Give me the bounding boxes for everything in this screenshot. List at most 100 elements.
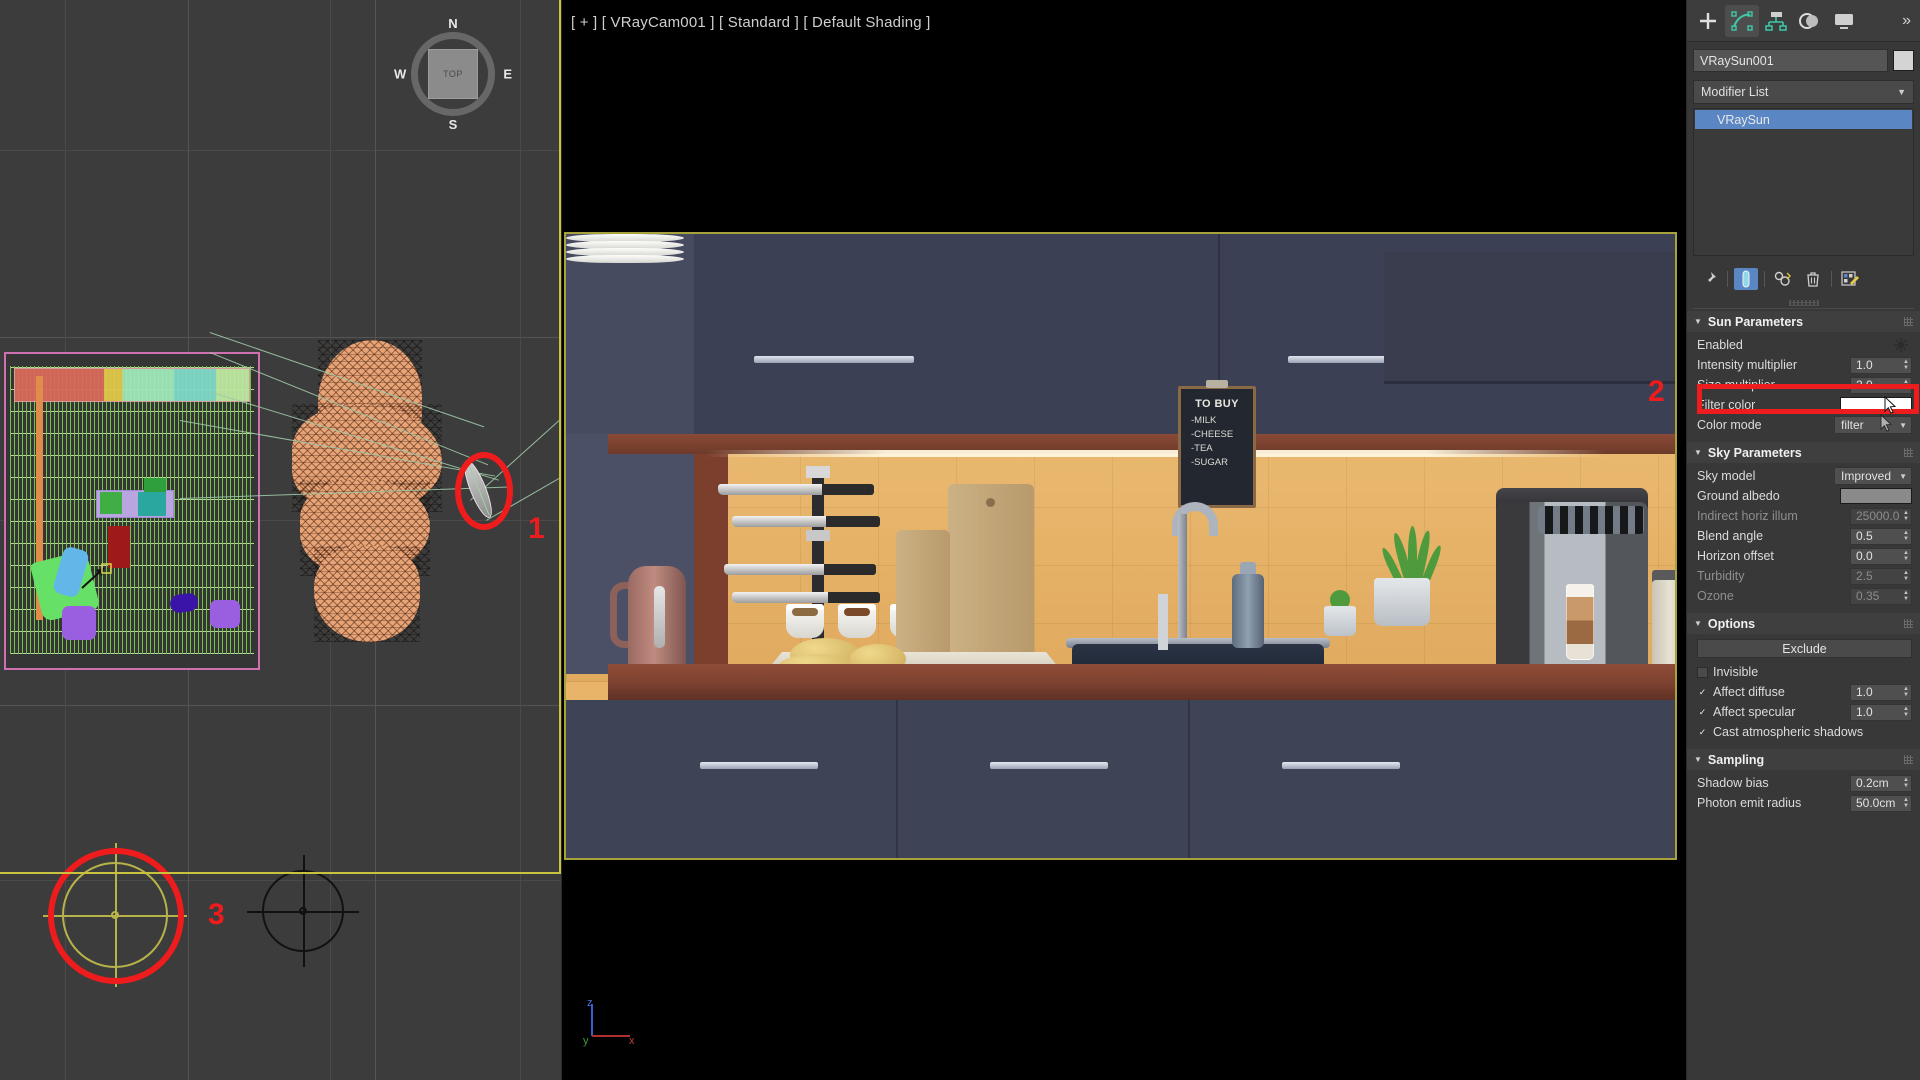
param-row-horizon-offset[interactable]: Horizon offset 0.0 ▲ ▼ — [1687, 546, 1920, 566]
spinner-arrows-icon[interactable]: ▲ ▼ — [1903, 359, 1909, 371]
viewcube-south-label[interactable]: S — [449, 117, 458, 132]
viewcube-top-face[interactable]: TOP — [428, 49, 478, 99]
configure-sets-icon[interactable] — [1838, 268, 1862, 290]
spinner-arrows-icon[interactable]: ▲ ▼ — [1903, 379, 1909, 391]
param-row-affect-specular[interactable]: ✓ Affect specular 1.0 ▲ ▼ — [1687, 702, 1920, 722]
param-row-enabled[interactable]: Enabled — [1687, 335, 1920, 355]
sun-enabled-checkbox[interactable] — [1894, 338, 1908, 352]
selected-mesh-wireframe[interactable] — [280, 340, 470, 650]
rollout-title: Sun Parameters — [1707, 314, 1804, 329]
trash-icon[interactable] — [1801, 268, 1825, 290]
affect-diffuse-checkbox[interactable]: ✓ — [1697, 687, 1708, 698]
param-row-sky-model[interactable]: Sky model Improved ▼ — [1687, 466, 1920, 486]
collapse-triangle-icon: ▼ — [1694, 619, 1702, 628]
param-value: Improved — [1841, 469, 1892, 483]
floorplan-object-purple-b — [210, 600, 240, 628]
top-orthographic-viewport[interactable]: TOP N S W E 1 3 — [0, 0, 562, 1080]
tab-create[interactable] — [1691, 5, 1725, 37]
modifier-list-label: Modifier List — [1701, 85, 1769, 99]
filter-color-swatch[interactable] — [1840, 397, 1912, 413]
param-row-intensity-multiplier[interactable]: Intensity multiplier 1.0 ▲ ▼ — [1687, 355, 1920, 375]
affect-specular-checkbox[interactable]: ✓ — [1697, 707, 1708, 718]
pin-icon[interactable] — [1697, 268, 1721, 290]
viewcube-west-label[interactable]: W — [394, 67, 406, 82]
rollout-title: Options — [1707, 616, 1756, 631]
shadow-bias-spinner[interactable]: 0.2cm ▲ ▼ — [1850, 774, 1912, 792]
spinner-arrows-icon[interactable]: ▲ ▼ — [1903, 797, 1909, 809]
chalkboard-hanger — [1206, 380, 1228, 388]
invisible-checkbox[interactable]: ✓ — [1697, 666, 1708, 678]
viewcube-north-label[interactable]: N — [448, 16, 457, 31]
rollout-header-sampling[interactable]: ▼ Sampling — [1687, 749, 1920, 770]
photon-emit-radius-spinner[interactable]: 50.0cm ▲ ▼ — [1850, 794, 1912, 812]
panel-resize-grip[interactable] — [1788, 300, 1819, 306]
spinner-arrows-icon[interactable]: ▲ ▼ — [1903, 530, 1909, 542]
kettle-water-window — [654, 586, 665, 648]
affect-diffuse-spinner[interactable]: 1.0 ▲ ▼ — [1850, 683, 1912, 701]
rollout-header-sky-parameters[interactable]: ▼ Sky Parameters — [1687, 442, 1920, 463]
spinner-arrows-icon: ▲ ▼ — [1903, 570, 1909, 582]
param-row-cast-atmospheric-shadows[interactable]: ✓ Cast atmospheric shadows — [1687, 722, 1920, 742]
object-color-swatch[interactable] — [1893, 50, 1914, 71]
make-unique-icon[interactable] — [1771, 268, 1795, 290]
object-name-field[interactable]: VRaySun001 — [1693, 49, 1888, 72]
param-value: 50.0cm — [1856, 796, 1896, 810]
ground-albedo-swatch[interactable] — [1840, 488, 1912, 504]
rendered-kitchen-image: TO BUY -MILK -CHEESE -TEA -SUGAR — [564, 232, 1677, 860]
param-value: filter — [1841, 418, 1864, 432]
modifier-stack-item[interactable]: VRaySun — [1695, 110, 1912, 129]
sky-model-dropdown[interactable]: Improved ▼ — [1834, 467, 1912, 485]
param-row-ground-albedo[interactable]: Ground albedo — [1687, 486, 1920, 506]
param-row-filter-color[interactable]: Filter color — [1687, 395, 1920, 415]
viewcube-face-label: TOP — [443, 69, 463, 79]
rollout-sampling: ▼ Sampling Shadow bias 0.2cm ▲ ▼ Photon e… — [1687, 749, 1920, 818]
param-row-photon-emit-radius[interactable]: Photon emit radius 50.0cm ▲ ▼ — [1687, 793, 1920, 813]
show-end-result-icon[interactable] — [1734, 268, 1758, 290]
color-mode-dropdown[interactable]: filter ▼ — [1834, 416, 1912, 434]
param-row-ozone: Ozone 0.35 ▲ ▼ — [1687, 586, 1920, 606]
viewport-label[interactable]: [ + ] [ VRayCam001 ] [ Standard ] [ Defa… — [571, 14, 931, 31]
tab-modify[interactable] — [1725, 4, 1759, 37]
chalkboard-title: TO BUY — [1195, 398, 1239, 410]
soap-dispenser — [1232, 574, 1264, 648]
param-row-blend-angle[interactable]: Blend angle 0.5 ▲ ▼ — [1687, 526, 1920, 546]
spinner-arrows-icon[interactable]: ▲ ▼ — [1903, 686, 1909, 698]
blend-angle-spinner[interactable]: 0.5 ▲ ▼ — [1850, 527, 1912, 545]
param-row-color-mode[interactable]: Color mode filter ▼ — [1687, 415, 1920, 435]
more-tabs-button[interactable]: » — [1902, 12, 1916, 30]
knife — [724, 564, 876, 575]
viewcube-east-label[interactable]: E — [503, 67, 512, 82]
size-multiplier-spinner[interactable]: 2.0 ▲ ▼ — [1850, 376, 1912, 394]
modifier-stack[interactable]: VRaySun — [1693, 108, 1914, 256]
annotation-number-2: 2 — [1648, 375, 1665, 408]
affect-specular-spinner[interactable]: 1.0 ▲ ▼ — [1850, 703, 1912, 721]
param-row-affect-diffuse[interactable]: ✓ Affect diffuse 1.0 ▲ ▼ — [1687, 682, 1920, 702]
param-row-invisible[interactable]: ✓ Invisible — [1687, 662, 1920, 682]
intensity-multiplier-spinner[interactable]: 1.0 ▲ ▼ — [1850, 356, 1912, 374]
tab-display[interactable] — [1827, 5, 1861, 37]
chevron-down-icon: ▼ — [1899, 420, 1907, 430]
modifier-list-dropdown[interactable]: Modifier List ▼ — [1693, 80, 1914, 104]
rollout-header-sun-parameters[interactable]: ▼ Sun Parameters — [1687, 311, 1920, 332]
param-value: 25000.0 — [1856, 509, 1900, 523]
rollout-header-options[interactable]: ▼ Options — [1687, 613, 1920, 634]
annotation-number-3: 3 — [208, 898, 225, 931]
kitchen-base-cabinets — [566, 700, 1675, 858]
camera-viewport[interactable]: [ + ] [ VRayCam001 ] [ Standard ] [ Defa… — [562, 0, 1686, 1080]
viewcube[interactable]: TOP N S W E — [394, 16, 512, 132]
faucet-stem — [1178, 514, 1187, 644]
param-row-shadow-bias[interactable]: Shadow bias 0.2cm ▲ ▼ — [1687, 773, 1920, 793]
spinner-arrows-icon[interactable]: ▲ ▼ — [1903, 777, 1909, 789]
cast-atmospheric-shadows-checkbox[interactable]: ✓ — [1697, 727, 1708, 738]
plate-stack — [566, 234, 684, 263]
compass-helper-gizmo[interactable] — [42, 842, 188, 988]
tab-motion[interactable] — [1793, 5, 1827, 37]
tab-hierarchy[interactable] — [1759, 5, 1793, 37]
spinner-arrows-icon[interactable]: ▲ ▼ — [1903, 706, 1909, 718]
exclude-button[interactable]: Exclude — [1697, 639, 1912, 658]
object-name-row: VRaySun001 — [1687, 42, 1920, 76]
compass-helper-gizmo-secondary[interactable] — [247, 855, 359, 967]
spinner-arrows-icon[interactable]: ▲ ▼ — [1903, 550, 1909, 562]
param-row-size-multiplier[interactable]: Size multiplier 2.0 ▲ ▼ — [1687, 375, 1920, 395]
horizon-offset-spinner[interactable]: 0.0 ▲ ▼ — [1850, 547, 1912, 565]
